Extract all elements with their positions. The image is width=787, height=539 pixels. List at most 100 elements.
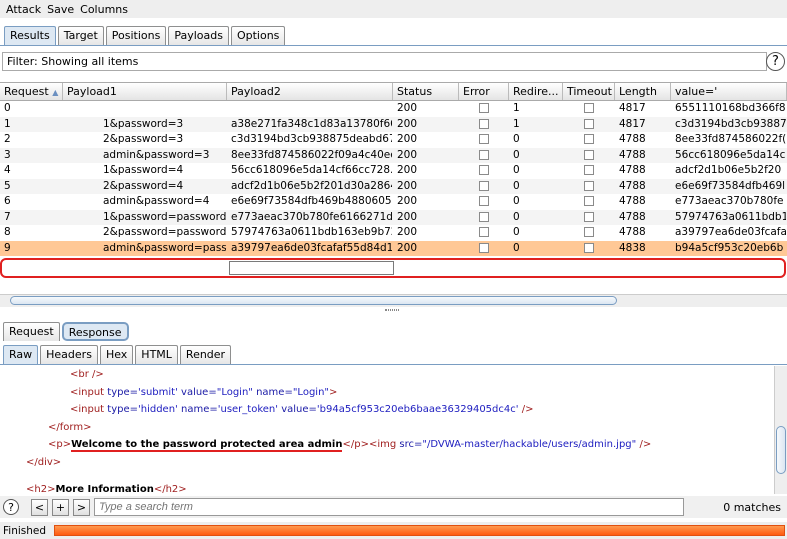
cell-len: 4817 bbox=[619, 102, 646, 114]
tab-target[interactable]: Target bbox=[57, 26, 104, 45]
cell-redir: 1 bbox=[513, 117, 520, 130]
tab-raw[interactable]: Raw bbox=[3, 345, 39, 364]
menu-columns[interactable]: Columns bbox=[80, 3, 128, 16]
checkbox[interactable] bbox=[583, 149, 594, 160]
checkbox[interactable] bbox=[583, 242, 594, 253]
checkbox[interactable] bbox=[583, 196, 594, 206]
tab-html[interactable]: HTML bbox=[135, 345, 178, 364]
help-icon[interactable]: ? bbox=[766, 52, 785, 71]
table-row[interactable]: 3 admin&password=3 8ee33fd874586022f09a4c4… bbox=[0, 147, 787, 163]
table-row[interactable]: 8 2&password=password 57974763a0611bdb163e… bbox=[0, 225, 787, 241]
table-body: 0 200 1 4817 6551110168bd366f8 1 1&password=3 a… bbox=[0, 101, 787, 256]
tab-positions[interactable]: Positions bbox=[105, 26, 167, 45]
tab-headers[interactable]: Headers bbox=[40, 345, 98, 364]
table-hscrollbar[interactable] bbox=[0, 294, 787, 307]
tab-render[interactable]: Render bbox=[179, 345, 232, 364]
code-line: <h2>More Information</h2> bbox=[26, 484, 187, 494]
checkbox[interactable] bbox=[478, 196, 489, 206]
vscroll-thumb[interactable] bbox=[776, 426, 786, 474]
cell-p1: 2&password=4 bbox=[103, 179, 184, 192]
cell-p2: c3d3194bd3cb938875deabd67... bbox=[231, 133, 393, 145]
table-row[interactable]: 1 1&password=3 a38e271fa348c1d83a13780f66.… bbox=[0, 116, 787, 132]
checkbox[interactable] bbox=[583, 211, 594, 222]
cell-status: 200 bbox=[397, 148, 418, 161]
cell-status: 200 bbox=[397, 164, 418, 176]
checkbox[interactable] bbox=[583, 180, 594, 191]
cell-p1: 1&password=3 bbox=[103, 117, 184, 130]
checkbox[interactable] bbox=[583, 134, 594, 144]
cell-len: 4788 bbox=[619, 133, 646, 145]
cell-len: 4838 bbox=[619, 241, 646, 254]
cell-p1: 1&password=4 bbox=[103, 164, 184, 176]
next-match-button[interactable]: > bbox=[73, 498, 90, 516]
cell-req: 2 bbox=[4, 133, 11, 145]
col-timeout[interactable]: Timeout bbox=[563, 83, 615, 100]
checkbox[interactable] bbox=[583, 227, 594, 237]
prev-match-button[interactable]: < bbox=[31, 498, 48, 516]
code-line: <input type='submit' value="Login" name=… bbox=[70, 386, 338, 398]
filter-bar[interactable]: Filter: Showing all items bbox=[2, 52, 767, 71]
cell-p1: 2&password=3 bbox=[103, 133, 184, 145]
checkbox[interactable] bbox=[478, 118, 489, 129]
checkbox[interactable] bbox=[478, 149, 489, 160]
checkbox-cell bbox=[459, 210, 509, 226]
checkbox[interactable] bbox=[478, 227, 489, 237]
cell-redir: 0 bbox=[513, 226, 520, 238]
table-row[interactable]: 2 2&password=3 c3d3194bd3cb938875deabd67..… bbox=[0, 132, 787, 148]
menu-attack[interactable]: Attack bbox=[6, 3, 41, 16]
tab-options[interactable]: Options bbox=[230, 26, 286, 45]
add-button[interactable]: + bbox=[52, 498, 69, 516]
code-line: <p>Welcome to the password protected are… bbox=[48, 439, 652, 452]
col-redirect[interactable]: Redire... bbox=[509, 83, 563, 100]
checkbox[interactable] bbox=[478, 103, 489, 113]
tab-response[interactable]: Response bbox=[61, 322, 129, 341]
menu-save[interactable]: Save bbox=[47, 3, 74, 16]
col-request[interactable]: Request ▲ bbox=[0, 83, 63, 100]
cell-len: 4788 bbox=[619, 210, 646, 223]
search-help-icon[interactable]: ? bbox=[3, 499, 19, 515]
checkbox[interactable] bbox=[478, 180, 489, 191]
tab-results[interactable]: Results bbox=[4, 26, 56, 45]
tab-payloads[interactable]: Payloads bbox=[168, 26, 229, 45]
cell-req: 1 bbox=[4, 117, 11, 130]
checkbox[interactable] bbox=[583, 118, 594, 129]
checkbox[interactable] bbox=[478, 134, 489, 144]
col-payload1[interactable]: Payload1 bbox=[63, 83, 227, 100]
cell-p2: 57974763a0611bdb163eb9b72... bbox=[231, 226, 393, 238]
table-row[interactable]: 6 admin&password=4 e6e69f73584dfb469b48806… bbox=[0, 194, 787, 210]
scroll-thumb[interactable] bbox=[10, 296, 617, 305]
progress-bar bbox=[54, 525, 785, 536]
table-row[interactable]: 7 1&password=password e773aeac370b780fe616… bbox=[0, 209, 787, 226]
cell-status: 200 bbox=[397, 102, 418, 114]
col-value[interactable]: value=' bbox=[671, 83, 787, 100]
cell-status: 200 bbox=[397, 133, 418, 145]
cell-req: 3 bbox=[4, 148, 11, 161]
table-row[interactable]: 5 2&password=4 adcf2d1b06e5b2f201d30a2864.… bbox=[0, 178, 787, 194]
search-input[interactable] bbox=[94, 498, 684, 516]
cell-redir: 0 bbox=[513, 195, 520, 207]
cell-status: 200 bbox=[397, 179, 418, 192]
tab-hex[interactable]: Hex bbox=[99, 345, 134, 364]
cell-len: 4817 bbox=[619, 117, 646, 130]
view-tabs: Raw Headers Hex HTML Render bbox=[0, 343, 787, 365]
code-line: <br /> bbox=[70, 369, 104, 380]
col-payload2[interactable]: Payload2 bbox=[227, 83, 393, 100]
split-handle[interactable] bbox=[385, 309, 399, 311]
checkbox[interactable] bbox=[583, 165, 594, 175]
col-length[interactable]: Length bbox=[615, 83, 671, 100]
cell-redir: 0 bbox=[513, 210, 520, 223]
cell-val: adcf2d1b06e5b2f20 bbox=[675, 164, 782, 176]
checkbox[interactable] bbox=[478, 165, 489, 175]
checkbox[interactable] bbox=[583, 103, 594, 113]
col-status[interactable]: Status bbox=[393, 83, 459, 100]
checkbox[interactable] bbox=[478, 242, 489, 253]
checkbox-cell bbox=[563, 101, 615, 117]
response-vscrollbar[interactable] bbox=[774, 366, 787, 494]
table-row[interactable]: 4 1&password=4 56cc618096e5da14cf66cc728..… bbox=[0, 163, 787, 179]
table-row[interactable]: 9 admin&password=password a39797ea6de03fca… bbox=[0, 240, 787, 256]
col-error[interactable]: Error bbox=[459, 83, 509, 100]
tab-request[interactable]: Request bbox=[3, 322, 60, 341]
table-row[interactable]: 0 200 1 4817 6551110168bd366f8 bbox=[0, 101, 787, 117]
response-body[interactable]: <br /> <input type='submit' value="Login… bbox=[0, 366, 774, 494]
checkbox[interactable] bbox=[478, 211, 489, 222]
